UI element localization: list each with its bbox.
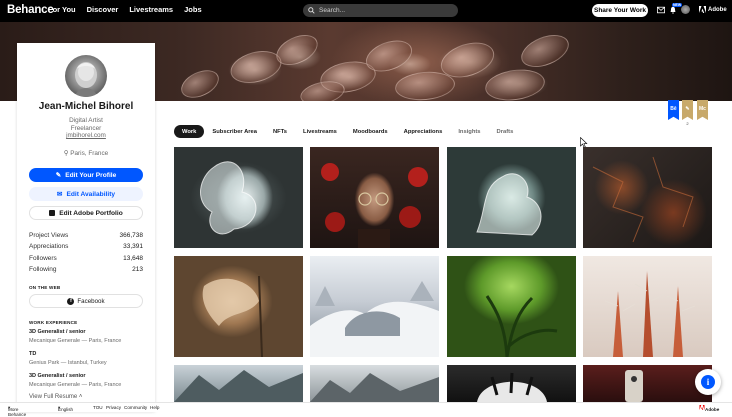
project-thumbnail-mountains[interactable] xyxy=(174,365,303,402)
tab-appreciations[interactable]: Appreciations xyxy=(396,125,451,138)
search-icon xyxy=(308,7,315,14)
edit-availability-button[interactable]: ✉ Edit Availability xyxy=(29,187,143,201)
tab-subscriber-area[interactable]: Subscriber Area xyxy=(204,125,265,138)
nav-link-discover[interactable]: Discover xyxy=(87,5,119,14)
edit-adobe-portfolio-button[interactable]: Edit Adobe Portfolio xyxy=(29,206,143,220)
facebook-link-button[interactable]: f Facebook xyxy=(29,294,143,308)
search-placeholder: Search... xyxy=(319,7,346,14)
profile-tabs: Work Subscriber Area NFTs Livestreams Mo… xyxy=(174,125,521,138)
stat-appreciations: Appreciations 33,391 xyxy=(29,243,143,250)
footer-link-tou[interactable]: TOU xyxy=(93,405,103,410)
nav-link-for-you[interactable]: For You xyxy=(48,5,76,14)
notification-bell-icon[interactable] xyxy=(669,6,677,14)
pencil-badge[interactable]: ✎ xyxy=(682,100,693,120)
experience-place: Mecanique Generale — Paris, France xyxy=(29,338,122,344)
tab-drafts[interactable]: Drafts xyxy=(489,125,522,138)
profile-card: Jean-Michel Bihorel Digital Artist Freel… xyxy=(17,43,155,412)
info-icon: i xyxy=(701,375,715,389)
nav-link-livestreams[interactable]: Livestreams xyxy=(129,5,173,14)
project-thumbnail-portrait[interactable] xyxy=(310,147,439,248)
profile-location: ⚲ Paris, France xyxy=(17,149,155,157)
edit-portfolio-label: Edit Adobe Portfolio xyxy=(59,209,123,217)
tab-work[interactable]: Work xyxy=(174,125,205,138)
more-behance-dropdown[interactable]: More Behance ▾ xyxy=(8,405,26,417)
footer-link-privacy[interactable]: Privacy xyxy=(106,405,121,410)
user-avatar[interactable] xyxy=(681,5,690,14)
pencil-icon: ✎ xyxy=(55,172,62,179)
badge-count: 2 xyxy=(686,121,689,126)
facebook-icon: f xyxy=(67,297,75,305)
experience-title: 3D Generalist / senior xyxy=(29,329,86,335)
nav-link-jobs[interactable]: Jobs xyxy=(184,5,202,14)
footer-link-community[interactable]: Community xyxy=(124,405,147,410)
tab-livestreams[interactable]: Livestreams xyxy=(295,125,345,138)
search-input[interactable]: Search... xyxy=(303,4,458,17)
mail-icon[interactable] xyxy=(657,6,665,14)
adobe-label: Adobe xyxy=(708,6,727,13)
on-the-web-heading: ON THE WEB xyxy=(29,285,61,290)
main-nav-links: For You Discover Livestreams Jobs xyxy=(48,5,202,14)
profile-avatar[interactable] xyxy=(65,55,107,97)
behance-logo[interactable]: Behance xyxy=(7,4,54,16)
project-thumbnail-glass-dragon[interactable] xyxy=(447,147,576,248)
experience-title: TD xyxy=(29,351,37,357)
work-experience-heading: WORK EXPERIENCE xyxy=(29,320,78,325)
top-navigation-bar: Behance For You Discover Livestreams Job… xyxy=(0,0,732,22)
project-thumbnail-glass-creature[interactable] xyxy=(174,147,303,248)
project-thumbnail-rocks[interactable] xyxy=(310,365,439,402)
footer-link-help[interactable]: Help xyxy=(150,405,159,410)
behance-badge[interactable]: Bē xyxy=(668,100,679,120)
project-thumbnail-dark-texture[interactable] xyxy=(583,147,712,248)
mc-badge[interactable]: Mc xyxy=(697,100,708,120)
profile-website-link[interactable]: jmbihorel.com xyxy=(17,132,155,139)
experience-place: Genius Park — Istanbul, Turkey xyxy=(29,360,107,366)
adobe-logo-icon xyxy=(699,6,706,13)
edit-profile-button[interactable]: ✎ Edit Your Profile xyxy=(29,168,143,182)
chevron-up-icon: ˄ xyxy=(78,394,83,400)
share-your-work-button[interactable]: Share Your Work xyxy=(592,4,648,17)
stat-followers[interactable]: Followers 13,648 xyxy=(29,255,143,262)
edit-profile-label: Edit Your Profile xyxy=(65,171,117,179)
tab-insights[interactable]: Insights xyxy=(450,125,488,138)
project-thumbnail-snow-landscape[interactable] xyxy=(310,256,439,357)
project-thumbnail-tiger[interactable] xyxy=(447,365,576,402)
project-thumbnail-green-plant[interactable] xyxy=(447,256,576,357)
info-button[interactable]: i xyxy=(695,369,721,395)
experience-title: 3D Generalist / senior xyxy=(29,373,86,379)
profile-name: Jean-Michel Bihorel xyxy=(38,101,134,112)
adobe-link[interactable]: Adobe xyxy=(699,6,727,13)
stat-following[interactable]: Following 213 xyxy=(29,266,143,273)
edit-availability-label: Edit Availability xyxy=(66,190,116,198)
portfolio-icon xyxy=(49,210,56,216)
footer-adobe-link[interactable]: Adobe xyxy=(699,405,719,412)
project-thumbnail-figure[interactable] xyxy=(174,256,303,357)
stat-project-views: Project Views 366,738 xyxy=(29,232,143,239)
facebook-label: Facebook xyxy=(77,297,105,305)
mail-icon: ✉ xyxy=(56,191,63,198)
profile-occupation: Digital Artist xyxy=(69,117,103,124)
view-full-resume-link[interactable]: View Full Resume ˄ xyxy=(29,394,82,400)
project-thumbnail-spiky-creatures[interactable] xyxy=(583,256,712,357)
tab-moodboards[interactable]: Moodboards xyxy=(345,125,396,138)
location-pin-icon: ⚲ xyxy=(63,150,69,157)
location-text: Paris, France xyxy=(70,150,109,157)
footer-bar: More Behance ▾ English ▾ TOU Privacy Com… xyxy=(0,402,732,417)
experience-place: Mecanique Generale — Paris, France xyxy=(29,382,122,388)
tab-nfts[interactable]: NFTs xyxy=(265,125,295,138)
profile-status: Freelancer xyxy=(70,125,102,132)
project-thumbnail-robot[interactable] xyxy=(583,365,712,402)
language-dropdown[interactable]: English ▾ xyxy=(58,405,73,412)
